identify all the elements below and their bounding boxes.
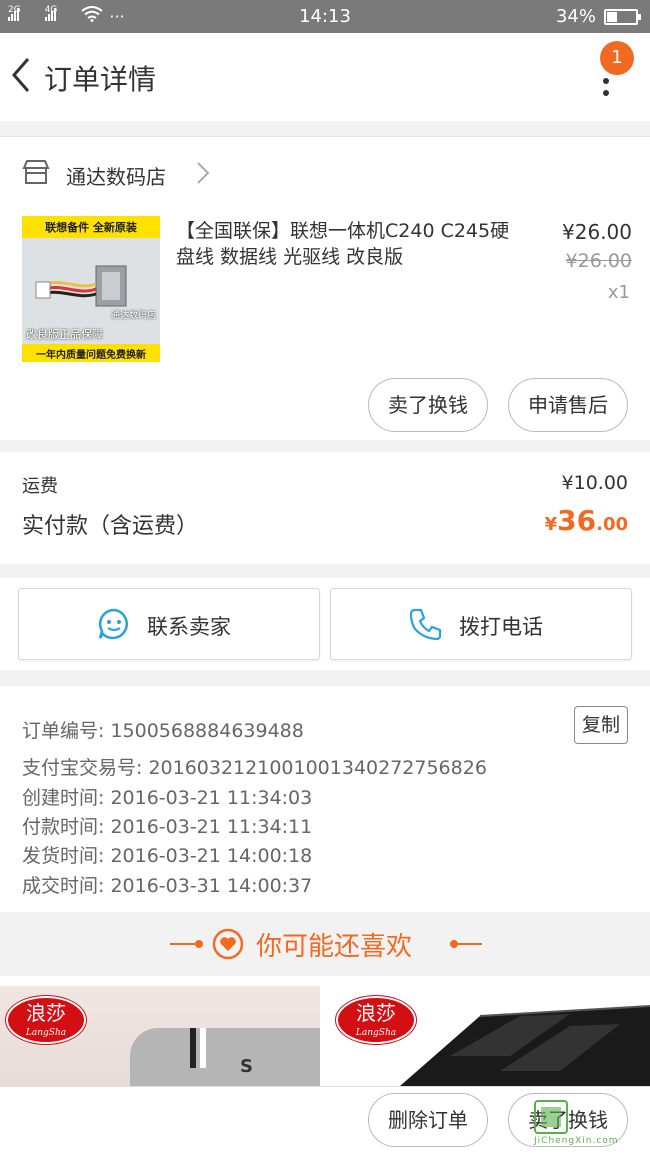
totals-section: 运费 ¥10.00 实付款（含运费） ¥36.00 <box>0 452 650 564</box>
watermark-logo-icon <box>534 1100 568 1134</box>
recommend-item[interactable]: S 浪莎 LangSha <box>0 986 320 1086</box>
watermark: JiChengXin.com <box>534 1100 644 1150</box>
watermark-text: JiChengXin.com <box>534 1136 619 1146</box>
completed-time: 成交时间: 2016-03-31 14:00:37 <box>22 875 313 897</box>
store-row[interactable]: 通达数码店 <box>0 136 650 208</box>
recommend-items: S 浪莎 LangSha 浪莎 LangSha <box>0 976 650 1086</box>
clock: 14:13 <box>299 6 351 27</box>
heart-icon <box>212 928 244 960</box>
sock-stripe <box>200 1028 206 1068</box>
sell-for-cash-button[interactable]: 卖了换钱 <box>368 378 488 432</box>
apply-after-sale-button[interactable]: 申请售后 <box>508 378 628 432</box>
alipay-number: 支付宝交易号: 2016032121001001340272756826 <box>22 757 487 779</box>
call-phone-button[interactable]: 拨打电话 <box>330 588 632 660</box>
copy-button[interactable]: 复制 <box>574 706 628 744</box>
shipping-value: ¥10.00 <box>561 472 628 494</box>
paid-integer: 36 <box>557 504 597 537</box>
store-icon <box>22 160 50 184</box>
chat-bubble-icon <box>98 608 128 640</box>
back-arrow-icon[interactable] <box>8 55 32 95</box>
thumb-store-text: 通达数码店 <box>110 311 156 321</box>
sock-text: S <box>240 1056 253 1077</box>
battery-icon <box>604 8 641 25</box>
divider-dot <box>195 940 203 948</box>
brand-logo: 浪莎 LangSha <box>336 996 416 1044</box>
paid-decimal: .00 <box>596 514 628 535</box>
product-original-price: ¥26.00 <box>565 250 632 272</box>
product-card[interactable]: 联想备件 全新原装 通达数码店 改良版正品保障 一年内质量问题免费换新 【全国联… <box>0 208 650 440</box>
shipped-time: 发货时间: 2016-03-21 14:00:18 <box>22 845 313 867</box>
product-quantity: x1 <box>607 282 630 303</box>
paid-value: ¥36.00 <box>545 504 628 537</box>
recommend-header: 你可能还喜欢 <box>0 912 650 976</box>
store-name: 通达数码店 <box>66 165 166 189</box>
delete-order-button[interactable]: 删除订单 <box>368 1093 488 1147</box>
page-title: 订单详情 <box>44 63 157 96</box>
battery-percent: 34% <box>555 6 596 27</box>
thumb-bottom-band: 一年内质量问题免费换新 <box>22 344 160 362</box>
thumb-top-band: 联想备件 全新原装 <box>22 216 160 238</box>
paid-label: 实付款（含运费） <box>22 514 199 539</box>
thumb-guarantee-text: 改良版正品保障 <box>26 328 103 341</box>
order-info: 订单编号: 1500568884639488 复制 支付宝交易号: 201603… <box>0 686 650 912</box>
recommend-item[interactable]: 浪莎 LangSha <box>330 986 650 1086</box>
product-price: ¥26.00 <box>562 220 632 244</box>
contact-seller-button[interactable]: 联系卖家 <box>18 588 320 660</box>
status-bar: 2G 4G ··· 14:13 34% <box>0 0 650 33</box>
contact-seller-label: 联系卖家 <box>147 615 231 639</box>
product-thumbnail[interactable]: 联想备件 全新原装 通达数码店 改良版正品保障 一年内质量问题免费换新 <box>22 216 160 362</box>
notification-badge: 1 <box>600 41 634 75</box>
nav-bar: 订单详情 1 <box>0 33 650 121</box>
status-right: 34% <box>555 6 641 27</box>
sock-stripe <box>190 1028 196 1068</box>
contact-actions: 联系卖家 拨打电话 <box>0 578 650 670</box>
recommend-title: 你可能还喜欢 <box>256 932 413 962</box>
paid-currency: ¥ <box>544 514 558 535</box>
brand-logo: 浪莎 LangSha <box>6 996 86 1044</box>
divider-line <box>456 943 482 945</box>
shipping-label: 运费 <box>22 476 58 497</box>
product-title[interactable]: 【全国联保】联想一体机C240 C245硬盘线 数据线 光驱线 改良版 <box>176 218 516 270</box>
cable-image <box>35 265 127 307</box>
phone-icon <box>409 608 442 641</box>
divider-line <box>170 943 198 945</box>
chevron-right-icon <box>197 162 210 184</box>
created-time: 创建时间: 2016-03-21 11:34:03 <box>22 787 313 809</box>
sock-image <box>130 1028 320 1086</box>
order-number: 订单编号: 1500568884639488 <box>22 720 304 742</box>
call-phone-label: 拨打电话 <box>459 615 543 639</box>
paid-time: 付款时间: 2016-03-21 11:34:11 <box>22 816 313 838</box>
